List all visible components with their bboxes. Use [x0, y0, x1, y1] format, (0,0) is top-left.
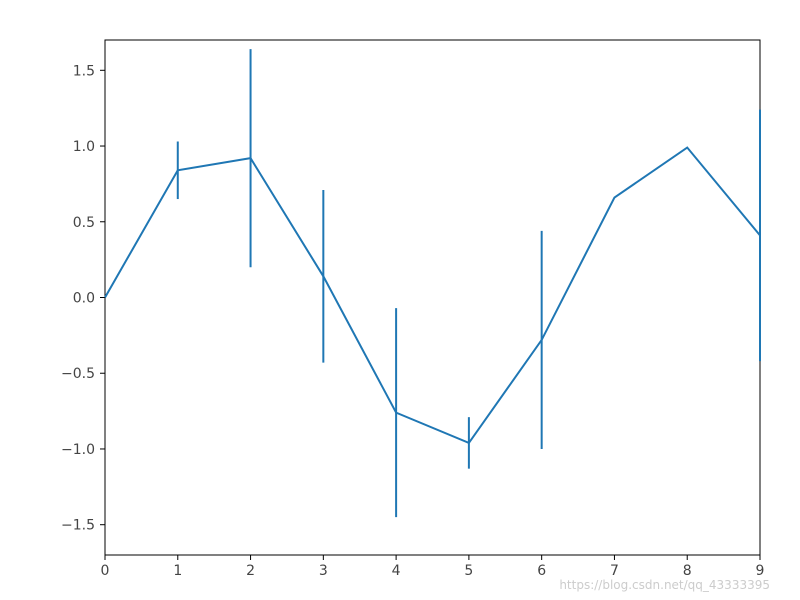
x-tick-label: 2 — [246, 563, 255, 579]
y-tick-label: 1.5 — [73, 63, 95, 79]
x-tick-label: 5 — [464, 563, 473, 579]
y-tick-label: −1.5 — [61, 518, 95, 534]
x-tick-label: 3 — [319, 563, 328, 579]
x-tick-label: 1 — [173, 563, 182, 579]
x-tick-label: 4 — [392, 563, 401, 579]
y-tick-label: −0.5 — [61, 366, 95, 382]
y-tick-label: 1.0 — [73, 139, 95, 155]
x-tick-label: 8 — [683, 563, 692, 579]
data-line — [105, 148, 760, 443]
plot-frame — [105, 40, 760, 555]
x-tick-label: 0 — [101, 563, 110, 579]
y-tick-label: 0.0 — [73, 291, 95, 307]
y-tick-label: 0.5 — [73, 215, 95, 231]
y-tick-label: −1.0 — [61, 442, 95, 458]
x-tick-label: 7 — [610, 563, 619, 579]
chart-svg: 0 1 2 3 4 5 6 7 8 9 −1.5 −1.0 −0.5 0.0 0.5 1.0 1.5 — [0, 0, 800, 600]
x-tick-label: 6 — [537, 563, 546, 579]
x-tick-label: 9 — [756, 563, 765, 579]
watermark: https://blog.csdn.net/qq_43333395 — [559, 578, 770, 592]
chart-container: 0 1 2 3 4 5 6 7 8 9 −1.5 −1.0 −0.5 0.0 0.5 1.0 1.5 https… — [0, 0, 800, 600]
